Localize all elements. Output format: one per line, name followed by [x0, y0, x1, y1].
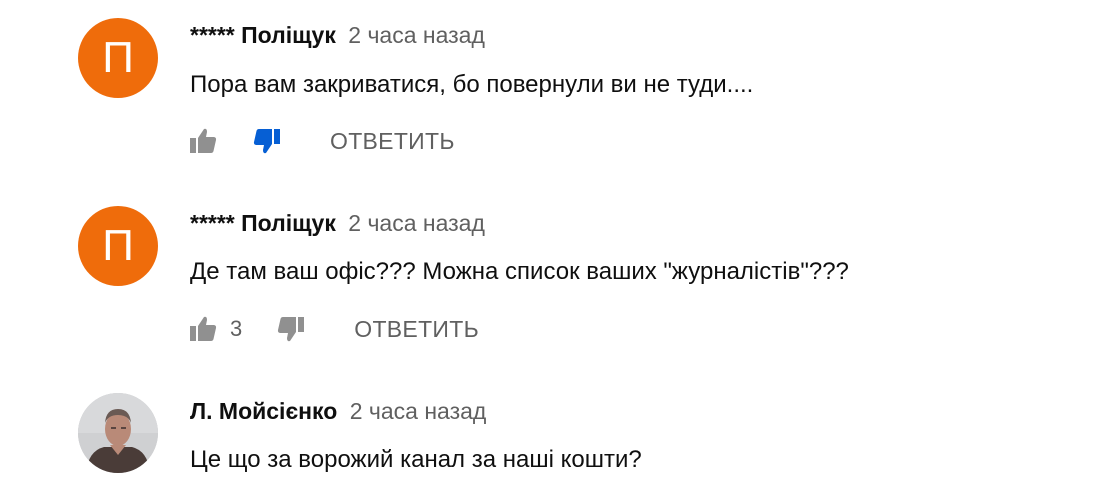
comment-actions: 3 ОТВЕТИТЬ [188, 314, 479, 344]
thumbs-up-icon[interactable] [188, 126, 218, 156]
avatar[interactable]: П [78, 18, 158, 98]
comment-text: Де там ваш офіс??? Можна список ваших "ж… [190, 258, 849, 285]
comment-author[interactable]: Л. Мойсієнко [190, 398, 337, 424]
comment-author[interactable]: ***** Поліщук [190, 210, 336, 236]
comment-timestamp[interactable]: 2 часа назад [350, 398, 487, 424]
user-photo-icon [78, 393, 158, 473]
thumbs-down-icon[interactable] [252, 126, 282, 156]
comment-author[interactable]: ***** Поліщук [190, 22, 336, 48]
thumbs-down-icon[interactable] [276, 314, 306, 344]
like-count: 3 [230, 316, 243, 341]
comment-text: Пора вам закриватися, бо повернули ви не… [190, 71, 754, 98]
avatar[interactable] [78, 393, 158, 473]
reply-button[interactable]: ОТВЕТИТЬ [330, 128, 455, 155]
comment-header: Л. Мойсієнко 2 часа назад [190, 398, 486, 425]
comment-actions: ОТВЕТИТЬ [188, 126, 455, 156]
comment-timestamp[interactable]: 2 часа назад [348, 210, 485, 236]
reply-button[interactable]: ОТВЕТИТЬ [354, 316, 479, 343]
avatar-letter: П [102, 33, 134, 82]
comment-header: ***** Поліщук 2 часа назад [190, 22, 485, 49]
thumbs-up-icon[interactable] [188, 314, 218, 344]
avatar[interactable]: П [78, 206, 158, 286]
comment-header: ***** Поліщук 2 часа назад [190, 210, 485, 237]
comment-text: Це що за ворожий канал за наші кошти? [190, 446, 642, 473]
comment-timestamp[interactable]: 2 часа назад [348, 22, 485, 48]
avatar-letter: П [102, 221, 134, 270]
